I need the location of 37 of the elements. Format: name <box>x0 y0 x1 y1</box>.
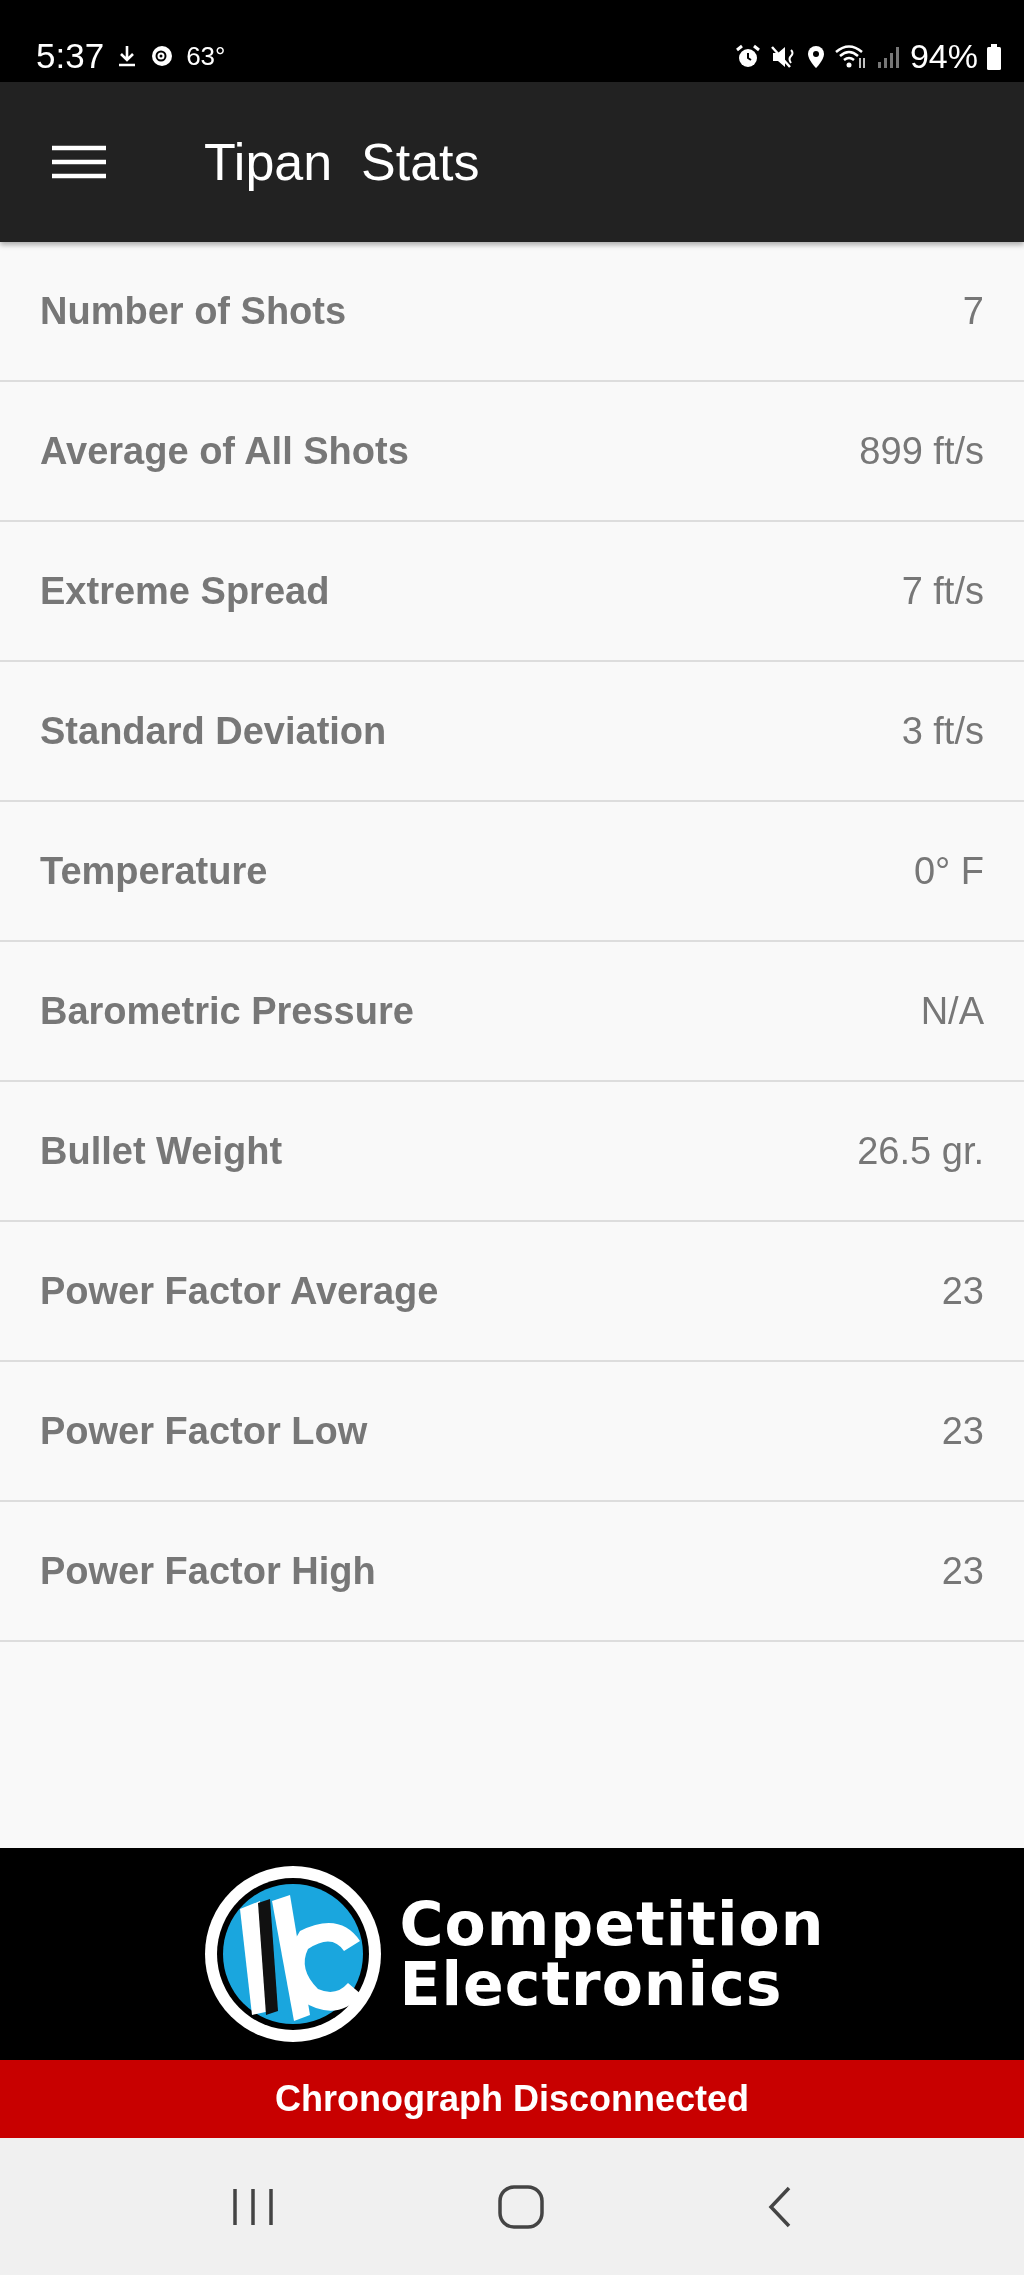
home-icon <box>497 2183 545 2230</box>
stat-label: Temperature <box>40 849 268 893</box>
stat-value: 899 ft/s <box>859 429 984 473</box>
back-button[interactable] <box>767 2184 793 2229</box>
stat-label: Extreme Spread <box>40 569 330 613</box>
stat-label: Number of Shots <box>40 289 347 333</box>
recent-apps-button[interactable] <box>231 2186 275 2227</box>
stat-label: Standard Deviation <box>40 709 387 753</box>
stat-value: 7 ft/s <box>901 569 984 613</box>
stat-value: 26.5 gr. <box>857 1129 984 1173</box>
stat-value: N/A <box>920 989 984 1033</box>
stat-label: Power Factor Low <box>40 1409 368 1453</box>
stat-label: Average of All Shots <box>40 429 409 473</box>
back-icon <box>767 2184 793 2229</box>
menu-button[interactable] <box>52 145 106 179</box>
screen-title: Tipan Stats <box>204 132 480 192</box>
stat-label: Bullet Weight <box>40 1129 283 1173</box>
stat-value: 23 <box>941 1269 984 1313</box>
stat-value: 3 ft/s <box>901 709 984 753</box>
location-icon <box>805 43 826 70</box>
home-button[interactable] <box>497 2183 545 2230</box>
menu-icon <box>52 145 106 179</box>
battery-icon <box>986 42 1002 71</box>
clock: 5:37 <box>36 36 105 76</box>
stat-value: 23 <box>941 1549 984 1593</box>
recent-apps-icon <box>231 2186 275 2227</box>
wifi-icon <box>833 43 868 70</box>
stat-value: 7 <box>962 289 984 333</box>
stat-label: Power Factor Average <box>40 1269 439 1313</box>
stat-value: 0° F <box>913 849 984 893</box>
temperature: 63° <box>186 40 226 72</box>
stat-value: 23 <box>941 1409 984 1453</box>
alarm-icon <box>733 43 762 70</box>
connection-status: Chronograph Disconnected <box>275 2078 749 2120</box>
stat-label: Power Factor High <box>40 1549 376 1593</box>
stat-label: Barometric Pressure <box>40 989 414 1033</box>
battery-percentage: 94% <box>909 37 978 76</box>
